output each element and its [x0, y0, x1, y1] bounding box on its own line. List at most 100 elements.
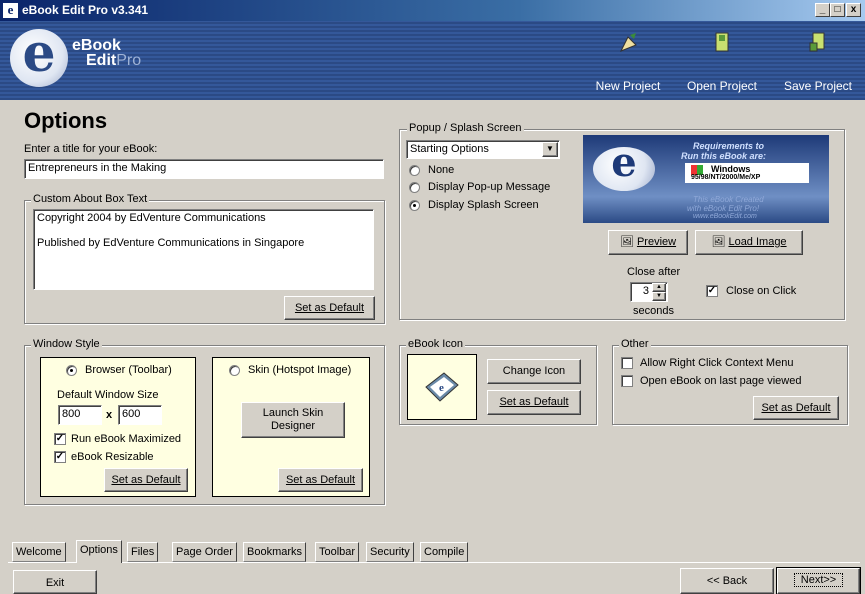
close-button[interactable]: x — [846, 3, 861, 17]
ebook-title-input[interactable]: Entrepreneurs in the Making — [24, 159, 384, 179]
default-size-label: Default Window Size — [57, 389, 159, 401]
book-icon: e — [425, 372, 459, 402]
resizable-label: eBook Resizable — [71, 451, 154, 463]
change-icon-button[interactable]: Change Icon — [487, 359, 581, 384]
ebook-icon-preview: e — [407, 354, 477, 420]
run-maximized-label: Run eBook Maximized — [71, 433, 182, 445]
window-height-input[interactable]: 600 — [118, 405, 162, 425]
open-project-button[interactable]: Open Project — [686, 25, 758, 95]
tab-files[interactable]: Files — [127, 542, 159, 562]
last-page-label: Open eBook on last page viewed — [640, 375, 802, 387]
close-on-click-checkbox[interactable]: ✓ — [706, 285, 718, 297]
load-image-label: Load Image — [728, 236, 787, 248]
icon-set-default-button[interactable]: Set as Default — [487, 390, 581, 415]
skin-set-default-label: Set as Default — [285, 474, 356, 486]
radio-skin-label: Skin (Hotspot Image) — [248, 364, 352, 376]
tab-options[interactable]: Options — [76, 540, 122, 563]
save-project-icon — [809, 32, 825, 52]
about-line-2: Published by EdVenture Communications in… — [37, 237, 305, 249]
icon-set-default-label: Set as Default — [499, 396, 569, 408]
next-button[interactable]: Next>> — [776, 567, 861, 594]
new-project-label: New Project — [595, 79, 661, 93]
window-width-input[interactable]: 800 — [58, 405, 102, 425]
splash-url: www.eBookEdit.com — [693, 213, 757, 220]
run-maximized-checkbox[interactable]: ✓ — [54, 433, 66, 445]
logo-e-icon: e — [22, 23, 56, 84]
windows-badge: Windows 95/98/NT/2000/Me/XP — [685, 163, 809, 183]
radio-splash-label: Display Splash Screen — [428, 199, 539, 211]
radio-none[interactable] — [409, 165, 420, 176]
other-set-default-label: Set as Default — [761, 402, 831, 414]
windows-text: Windows — [711, 164, 751, 174]
new-project-button[interactable]: New Project — [592, 25, 664, 95]
splash-e-icon: e — [611, 139, 637, 186]
window-title: eBook Edit Pro v3.341 — [22, 3, 149, 17]
svg-text:e: e — [439, 382, 444, 394]
tab-compile[interactable]: Compile — [420, 542, 469, 562]
radio-browser-label: Browser (Toolbar) — [85, 364, 172, 376]
windows-versions: 95/98/NT/2000/Me/XP — [691, 174, 761, 181]
radio-popup-label: Display Pop-up Message — [428, 181, 551, 193]
other-set-default-button[interactable]: Set as Default — [753, 396, 839, 420]
ebook-icon-legend: eBook Icon — [406, 338, 466, 350]
last-page-checkbox[interactable] — [621, 375, 633, 387]
window-set-default-button[interactable]: Set as Default — [104, 468, 188, 492]
about-set-default-label: Set as Default — [294, 302, 365, 314]
about-box-textarea[interactable]: Copyright 2004 by EdVenture Communicatio… — [33, 209, 374, 290]
spinner-down-icon[interactable]: ▼ — [652, 292, 666, 301]
save-project-label: Save Project — [783, 79, 853, 93]
resizable-checkbox[interactable]: ✓ — [54, 451, 66, 463]
radio-browser[interactable] — [66, 365, 77, 376]
tab-security[interactable]: Security — [366, 542, 414, 562]
exit-button[interactable]: Exit — [13, 570, 97, 594]
skin-set-default-button[interactable]: Set as Default — [278, 468, 363, 492]
close-after-label: Close after — [627, 266, 681, 278]
splash-req-line-2: Run this eBook are: — [681, 151, 767, 161]
radio-splash[interactable] — [409, 200, 420, 211]
tab-bookmarks[interactable]: Bookmarks — [243, 542, 307, 562]
starting-options-select[interactable]: Starting Options — [406, 140, 560, 159]
load-image-icon: 🖼 — [711, 236, 729, 248]
header-banner: e eBook EditPro New Project Open Project… — [0, 21, 865, 100]
popup-splash-legend: Popup / Splash Screen — [407, 122, 524, 134]
about-box-legend: Custom About Box Text — [31, 193, 150, 205]
preview-button[interactable]: 🖼 Preview — [608, 230, 688, 255]
window-set-default-label: Set as Default — [111, 474, 181, 486]
title-bar: e eBook Edit Pro v3.341 _ □ x — [0, 0, 865, 21]
save-project-button[interactable]: Save Project — [782, 25, 854, 95]
tab-toolbar[interactable]: Toolbar — [315, 542, 360, 562]
ebook-title-label: Enter a title for your eBook: — [24, 143, 158, 155]
window-style-legend: Window Style — [31, 338, 102, 350]
new-project-icon — [619, 33, 637, 52]
app-icon[interactable]: e — [3, 3, 18, 18]
about-set-default-button[interactable]: Set as Default — [284, 296, 375, 320]
open-project-icon — [715, 32, 729, 52]
about-line-1: Copyright 2004 by EdVenture Communicatio… — [37, 212, 266, 224]
spinner-up-icon[interactable]: ▲ — [652, 283, 666, 292]
radio-none-label: None — [428, 164, 455, 176]
size-x-label: x — [106, 409, 113, 421]
chevron-down-icon[interactable]: ▼ — [542, 142, 558, 157]
tab-strip-line — [8, 562, 860, 563]
splash-req-line-1: Requirements to — [693, 141, 765, 151]
splash-created-2: with eBook Edit Pro! — [687, 204, 760, 213]
next-label: Next>> — [793, 573, 844, 587]
right-click-checkbox[interactable] — [621, 357, 633, 369]
splash-preview-image: e Requirements to Run this eBook are: Wi… — [583, 135, 829, 223]
tab-page-order[interactable]: Page Order — [172, 542, 237, 562]
launch-skin-designer-button[interactable]: Launch Skin Designer — [241, 402, 345, 438]
splash-created-1: This eBook Created — [693, 195, 764, 204]
back-button[interactable]: << Back — [680, 568, 774, 594]
tab-welcome[interactable]: Welcome — [12, 542, 66, 562]
load-image-button[interactable]: 🖼 Load Image — [695, 230, 803, 255]
right-click-label: Allow Right Click Context Menu — [640, 357, 794, 369]
seconds-label: seconds — [633, 305, 674, 317]
preview-label: Preview — [636, 236, 677, 248]
preview-icon: 🖼 — [619, 236, 637, 248]
radio-popup[interactable] — [409, 182, 420, 193]
radio-skin[interactable] — [229, 365, 240, 376]
minimize-button[interactable]: _ — [815, 3, 830, 17]
close-on-click-label: Close on Click — [726, 285, 797, 297]
logo-text-editpro: EditPro — [86, 52, 142, 69]
maximize-button[interactable]: □ — [830, 3, 845, 17]
